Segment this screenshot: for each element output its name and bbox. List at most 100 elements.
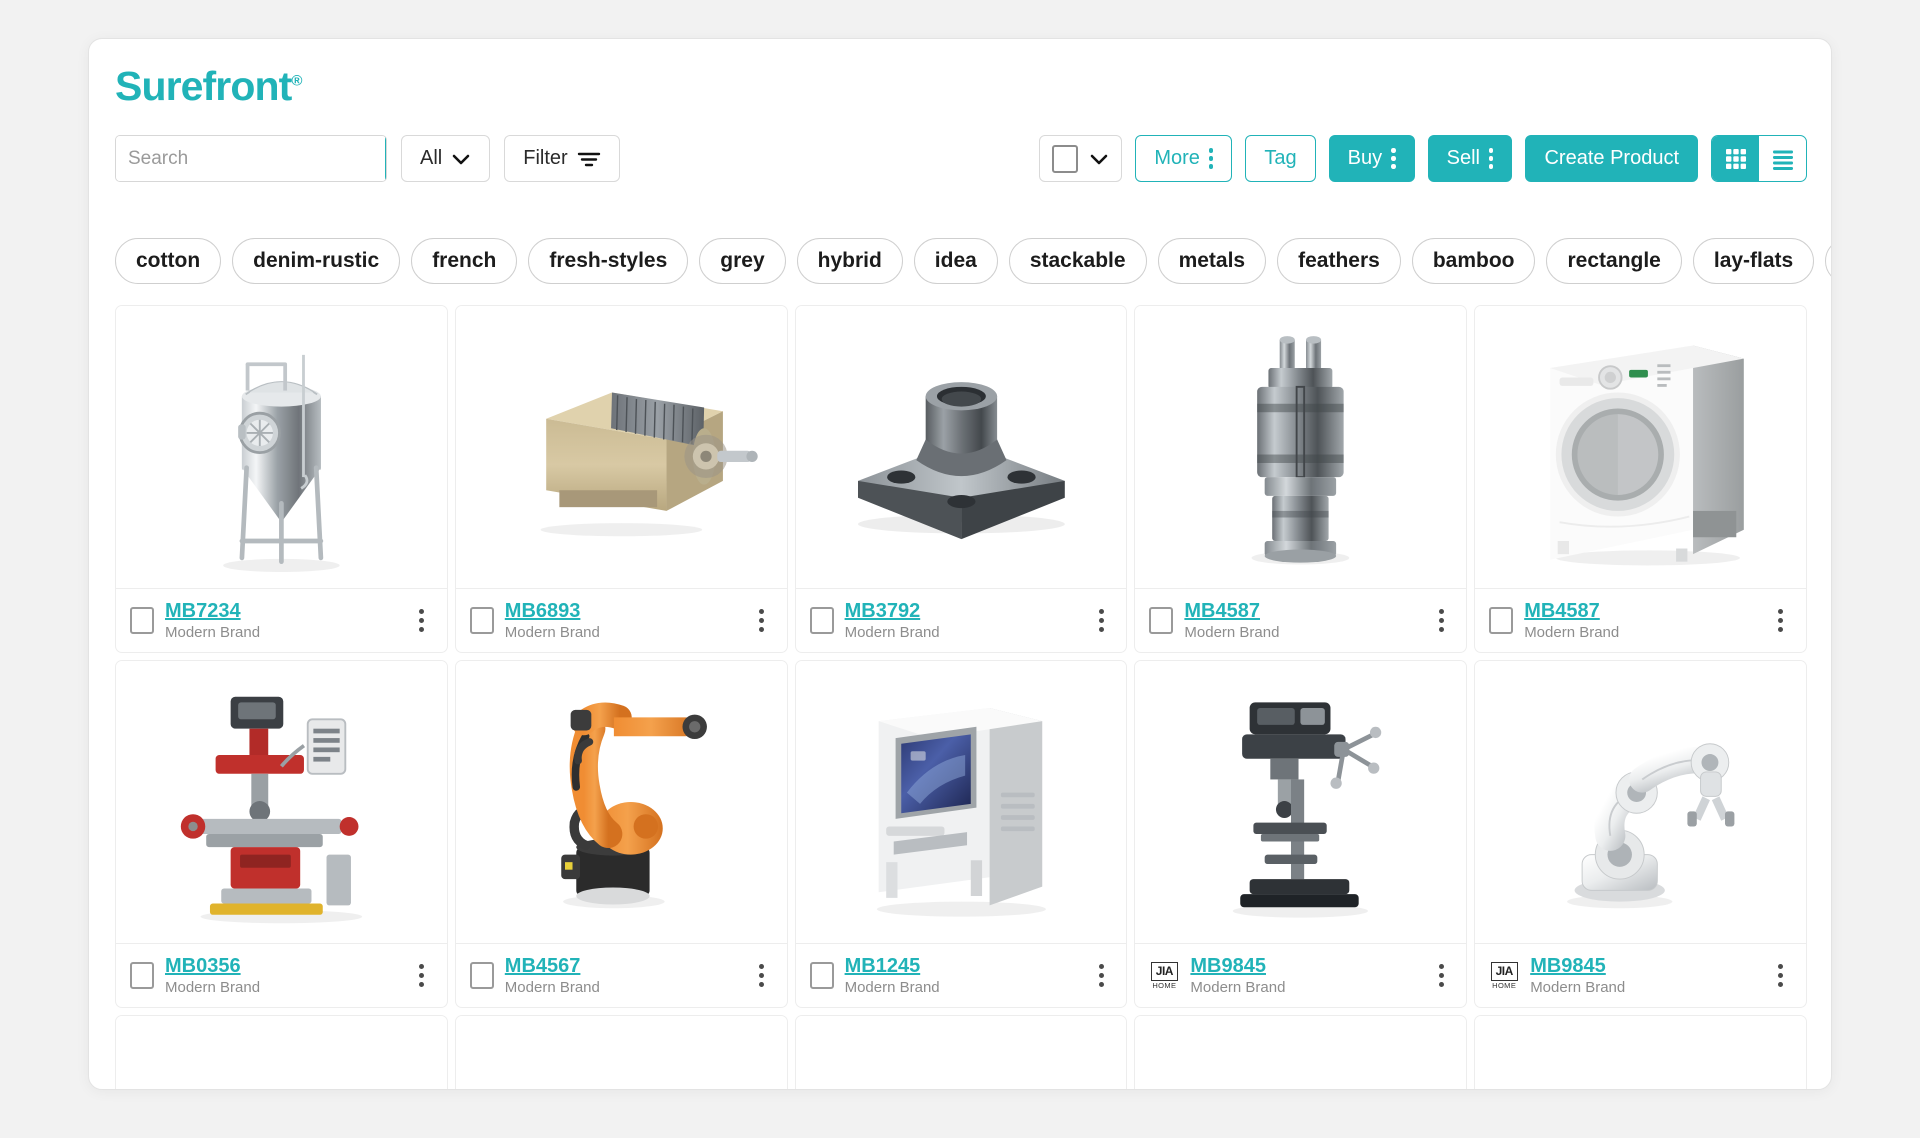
grid-view-button[interactable] [1712,136,1759,181]
product-select-checkbox[interactable] [1489,607,1514,634]
create-product-button[interactable]: Create Product [1525,135,1698,182]
tag-chip[interactable]: idea [913,238,998,284]
tag-chip-label: lay-flats [1713,249,1794,272]
product-card[interactable]: JIA HOME MB9845 Modern Brand [1134,660,1468,1008]
product-card[interactable]: MB6893 Modern Brand [454,305,788,653]
product-image[interactable] [1135,1016,1467,1089]
kebab-icon [1391,148,1396,169]
list-view-button[interactable] [1759,136,1806,181]
product-image[interactable] [795,661,1127,943]
tag-chip[interactable]: fresh-styles [528,238,689,284]
product-sku-link[interactable]: MB6893 [505,600,740,622]
search-button[interactable] [385,136,386,181]
tag-chip[interactable]: stackable [1008,238,1147,284]
product-card[interactable]: MB4587 Modern Brand [1134,305,1468,653]
product-card[interactable] [1474,1015,1807,1089]
product-select-checkbox[interactable] [130,962,154,989]
tag-chip[interactable]: rectangle [1546,238,1682,284]
product-card[interactable]: JIA HOME MB9845 Modern Brand [1474,660,1807,1008]
product-image-milling-machine [180,696,363,924]
list-view-icon [1772,150,1793,170]
buy-button[interactable]: Buy [1328,135,1415,182]
scope-dropdown[interactable]: All [401,135,491,182]
filter-icon [577,152,600,166]
product-vendor: Modern Brand [1190,978,1286,996]
product-image[interactable] [116,306,447,588]
app-window: Surefront® All Filter [88,38,1832,1090]
tag-chip[interactable]: detached [1825,238,1831,284]
tag-chip[interactable]: metals [1157,238,1267,284]
tag-chip[interactable]: denim-rustic [232,238,401,284]
filter-button[interactable]: Filter [504,135,620,182]
app-logo-text: Surefront [115,63,292,109]
product-kebab-menu[interactable] [1090,964,1112,987]
product-card[interactable]: MB0356 Modern Brand [115,660,448,1008]
product-image[interactable] [455,1016,787,1090]
product-kebab-menu[interactable] [1770,609,1792,632]
product-image-flange-housing [857,382,1065,540]
product-kebab-menu[interactable] [751,964,773,987]
product-kebab-menu[interactable] [411,964,433,987]
product-sku-link[interactable]: MB9845 [1530,955,1759,977]
product-card-footer: MB3792 Modern Brand [795,588,1127,652]
product-card[interactable] [1134,1015,1468,1089]
product-image[interactable] [116,1016,447,1089]
tag-button[interactable]: Tag [1245,135,1316,182]
product-sku-link[interactable]: MB4567 [505,955,740,977]
product-card[interactable]: MB4587 Modern Brand [1474,305,1807,653]
product-sku-link[interactable]: MB4587 [1184,600,1419,622]
product-sku-link[interactable]: MB9845 [1190,955,1419,977]
product-image[interactable] [1475,661,1806,943]
product-image[interactable] [1475,1016,1806,1089]
product-sku-link[interactable]: MB4587 [1524,600,1759,622]
product-image-robot-arm-white [1567,743,1735,909]
product-image[interactable] [1135,661,1467,943]
product-kebab-menu[interactable] [1090,609,1112,632]
sell-button[interactable]: Sell [1427,135,1513,182]
product-sku-link[interactable]: MB7234 [165,600,400,622]
product-select-checkbox[interactable] [469,607,494,634]
product-image[interactable] [795,1016,1127,1089]
tag-chip[interactable]: bamboo [1411,238,1536,284]
product-kebab-menu[interactable] [751,609,773,632]
product-image-industrial-cabinet [456,1016,787,1090]
product-card[interactable] [794,1015,1128,1089]
product-sku-link[interactable]: MB3792 [845,600,1080,622]
product-card[interactable] [454,1015,788,1090]
tag-chip[interactable]: french [411,238,518,284]
product-image[interactable] [1475,306,1806,588]
tag-chip[interactable]: grey [699,238,786,284]
product-card[interactable] [115,1015,448,1089]
product-kebab-menu[interactable] [1430,609,1452,632]
checkbox-icon[interactable] [1052,144,1079,173]
product-kebab-menu[interactable] [411,609,433,632]
toolbar: All Filter [115,135,1807,183]
tag-chip[interactable]: feathers [1277,238,1401,284]
product-image[interactable] [455,306,787,588]
product-kebab-menu[interactable] [1430,964,1452,987]
product-kebab-menu[interactable] [1770,964,1792,987]
product-select-checkbox[interactable] [1149,607,1174,634]
more-button[interactable]: More [1135,135,1233,182]
product-select-checkbox[interactable] [809,962,834,989]
product-select-checkbox[interactable] [809,607,834,634]
product-select-checkbox[interactable] [469,962,494,989]
product-card-footer: MB7234 Modern Brand [116,588,447,652]
select-all-dropdown[interactable] [1039,135,1123,182]
search-input[interactable] [116,136,385,181]
tag-chip[interactable]: lay-flats [1692,238,1815,284]
product-image[interactable] [1135,306,1467,588]
product-card[interactable]: MB7234 Modern Brand [115,305,448,653]
product-image[interactable] [795,306,1127,588]
tag-chip[interactable]: cotton [115,238,222,284]
product-card[interactable]: MB1245 Modern Brand [794,660,1128,1008]
product-sku-link[interactable]: MB0356 [165,955,400,977]
product-sku-link[interactable]: MB1245 [845,955,1080,977]
product-image[interactable] [116,661,447,943]
product-vendor: Modern Brand [504,978,600,996]
product-select-checkbox[interactable] [130,607,154,634]
product-card[interactable]: MB3792 Modern Brand [794,305,1128,653]
product-image[interactable] [455,661,787,943]
product-card[interactable]: MB4567 Modern Brand [454,660,788,1008]
tag-chip[interactable]: hybrid [796,238,903,284]
